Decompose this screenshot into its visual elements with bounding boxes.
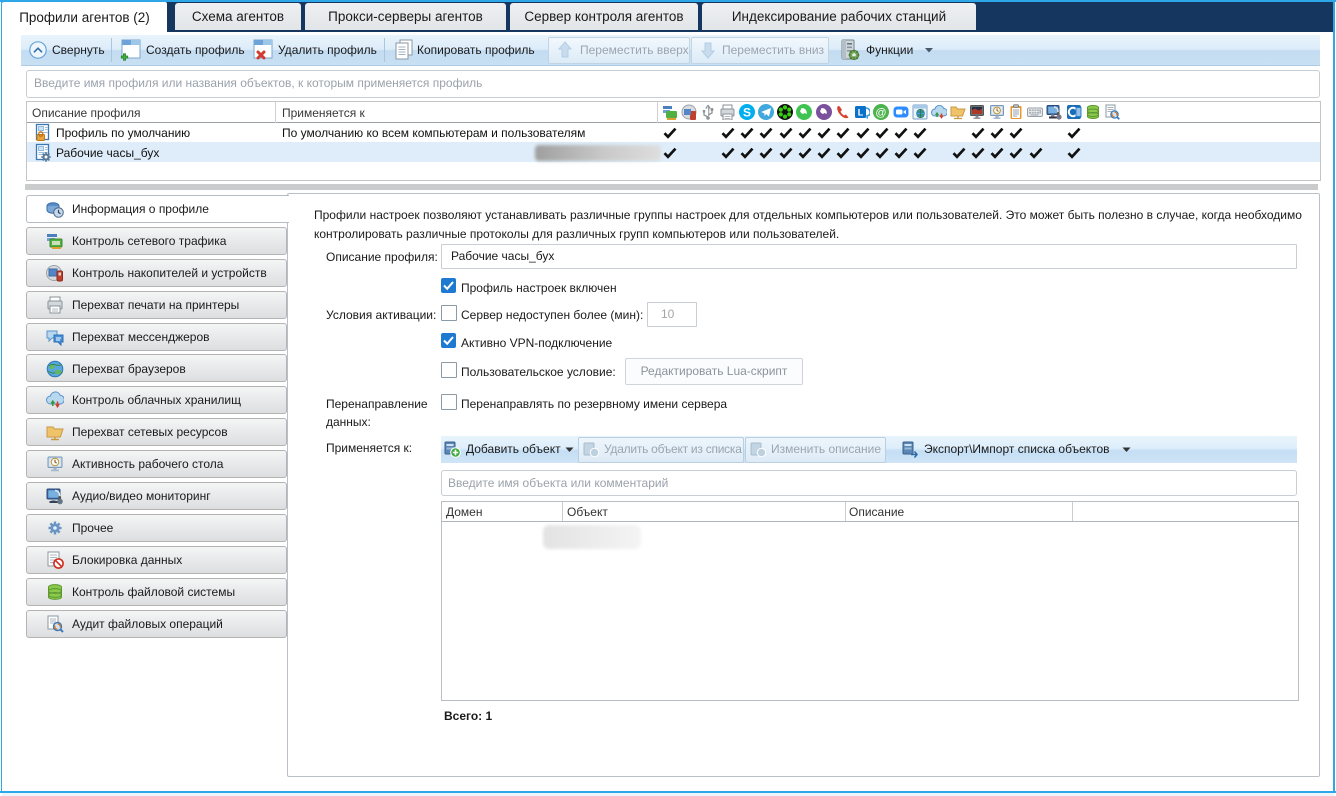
svg-text:@: @ xyxy=(875,107,886,119)
svg-text:S: S xyxy=(743,106,751,120)
svg-text:L: L xyxy=(858,108,864,118)
